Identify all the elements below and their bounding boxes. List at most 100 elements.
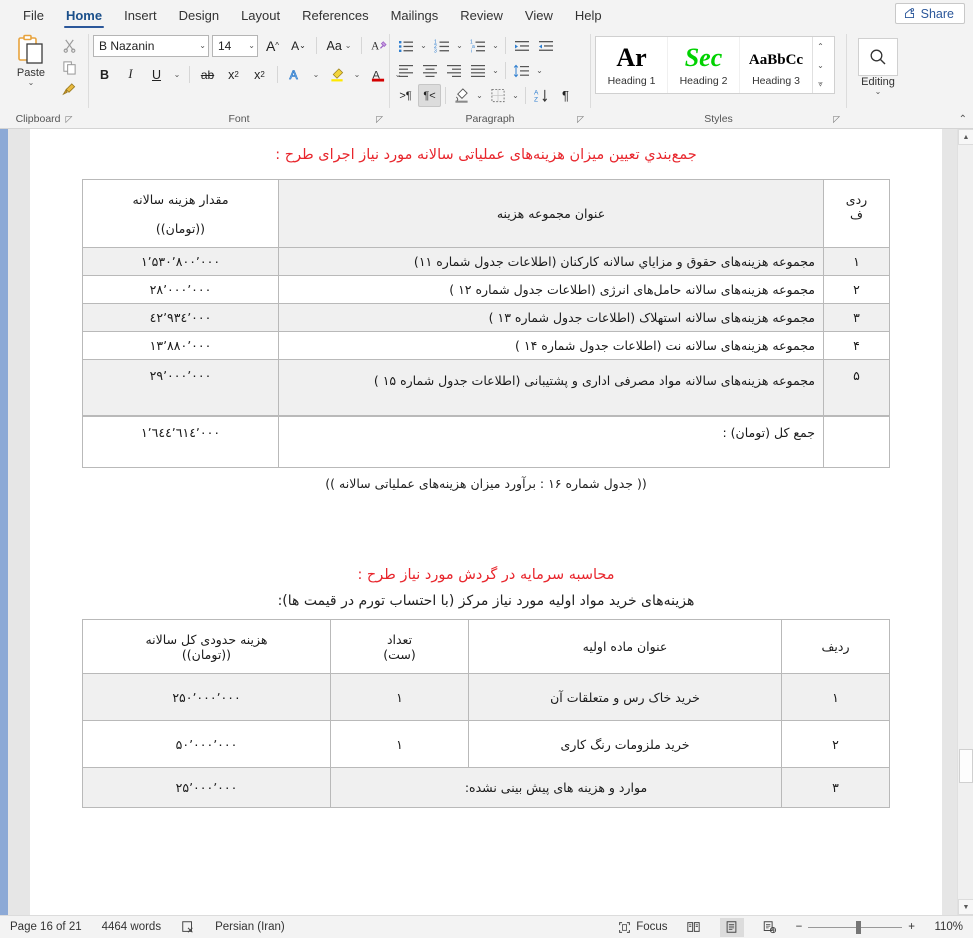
align-left-icon[interactable] — [394, 59, 417, 82]
shading-icon[interactable] — [450, 84, 473, 107]
text-effects-dropdown-icon[interactable]: ⌄ — [310, 63, 322, 86]
chevron-down-icon[interactable]: ⌄ — [875, 88, 882, 96]
paragraph-dialog-launcher-icon[interactable]: ◸ — [577, 114, 584, 125]
more-styles-icon[interactable]: ⩔ — [813, 74, 828, 93]
chevron-down-icon[interactable]: ⌄ — [248, 42, 255, 50]
subscript-button[interactable]: x2 — [222, 63, 245, 86]
tab-insert[interactable]: Insert — [113, 5, 168, 28]
highlight-dropdown-icon[interactable]: ⌄ — [351, 63, 363, 86]
chevron-down-icon[interactable]: ⌄ — [813, 56, 828, 75]
decrease-indent-icon[interactable] — [534, 34, 557, 57]
align-center-icon[interactable] — [418, 59, 441, 82]
page-indicator[interactable]: Page 16 of 21 — [10, 921, 82, 933]
tab-mailings[interactable]: Mailings — [380, 5, 450, 28]
tab-home[interactable]: Home — [55, 5, 113, 28]
multilevel-dropdown-icon[interactable]: ⌄ — [490, 34, 501, 57]
clipboard-dialog-launcher-icon[interactable]: ◸ — [66, 114, 73, 125]
strikethrough-button[interactable]: ab — [196, 63, 219, 86]
multilevel-list-icon[interactable]: 1ai — [466, 34, 489, 57]
zoom-thumb[interactable] — [856, 920, 862, 934]
font-dialog-launcher-icon[interactable]: ◸ — [376, 114, 383, 125]
language-indicator[interactable]: Persian (Iran) — [215, 921, 285, 933]
chevron-down-icon[interactable]: ⌄ — [199, 42, 206, 50]
paste-icon — [16, 34, 46, 66]
tab-file[interactable]: File — [12, 5, 55, 28]
font-size-combobox[interactable]: 14 ⌄ — [212, 34, 258, 57]
tab-view[interactable]: View — [514, 5, 564, 28]
web-layout-icon[interactable] — [758, 918, 782, 937]
grow-font-icon[interactable]: A ^ — [261, 34, 284, 57]
copy-icon[interactable] — [58, 57, 80, 78]
document-page[interactable]: جمع‌بندي تعیین میزان هزینه‌های عملیاتی س… — [30, 129, 942, 915]
divider — [505, 37, 506, 54]
row-value: ۱٬۵۳۰٬۸۰۰٬۰۰۰ — [82, 247, 279, 276]
zoom-in-button[interactable]: + — [908, 921, 915, 933]
superscript-button[interactable]: x2 — [248, 63, 271, 86]
share-button[interactable]: Share — [894, 3, 965, 24]
bullets-dropdown-icon[interactable]: ⌄ — [418, 34, 429, 57]
clear-formatting-icon[interactable]: A — [368, 34, 391, 57]
italic-button[interactable]: I — [119, 63, 142, 86]
numbering-dropdown-icon[interactable]: ⌄ — [454, 34, 465, 57]
editing-button[interactable] — [858, 38, 898, 76]
zoom-track[interactable] — [808, 920, 903, 934]
read-mode-icon[interactable] — [682, 918, 706, 937]
styles-dialog-launcher-icon[interactable]: ◸ — [833, 114, 840, 125]
styles-gallery[interactable]: Ar Heading 1 Sec Heading 2 AaBbCc Headin… — [595, 36, 835, 94]
font-name-combobox[interactable]: B Nazanin ⌄ — [93, 34, 209, 57]
line-spacing-dropdown-icon[interactable]: ⌄ — [534, 59, 545, 82]
style-preview: Ar — [616, 43, 647, 72]
highlight-color-icon[interactable] — [325, 63, 348, 86]
focus-mode-button[interactable]: Focus — [618, 921, 668, 934]
shrink-font-icon[interactable]: A ⌄ — [287, 34, 310, 57]
proofing-errors-icon[interactable] — [181, 920, 195, 934]
paste-dropdown-icon[interactable]: ⌄ — [28, 79, 35, 87]
left-to-right-icon[interactable]: >¶ — [394, 84, 417, 107]
tab-design[interactable]: Design — [168, 5, 230, 28]
tab-layout[interactable]: Layout — [230, 5, 291, 28]
underline-button[interactable]: U — [145, 63, 168, 86]
justify-icon[interactable] — [466, 59, 489, 82]
justify-dropdown-icon[interactable]: ⌄ — [490, 59, 501, 82]
borders-dropdown-icon[interactable]: ⌄ — [510, 84, 521, 107]
format-painter-icon[interactable] — [58, 79, 80, 100]
style-heading-1[interactable]: Ar Heading 1 — [596, 37, 668, 93]
style-name: Heading 2 — [679, 75, 728, 87]
line-spacing-icon[interactable] — [510, 59, 533, 82]
shading-dropdown-icon[interactable]: ⌄ — [474, 84, 485, 107]
right-to-left-icon[interactable]: ¶< — [418, 84, 441, 107]
collapse-ribbon-button[interactable]: ⌃ — [959, 114, 967, 125]
pilcrow-icon[interactable]: ¶ — [554, 84, 577, 107]
scroll-thumb[interactable] — [959, 749, 973, 783]
tab-review[interactable]: Review — [449, 5, 514, 28]
style-heading-3[interactable]: AaBbCc Heading 3 — [740, 37, 812, 93]
zoom-level[interactable]: 110% — [929, 921, 963, 933]
style-heading-2[interactable]: Sec Heading 2 — [668, 37, 740, 93]
sort-az-icon[interactable]: AZ — [530, 84, 553, 107]
print-layout-icon[interactable] — [719, 917, 744, 937]
scroll-down-icon[interactable]: ▼ — [958, 899, 973, 915]
zoom-out-button[interactable]: − — [796, 921, 803, 933]
borders-icon[interactable] — [486, 84, 509, 107]
font-color-icon[interactable]: A — [366, 63, 389, 86]
row-title: مجموعه هزینه‌های سالانه حامل‌های انرژی (… — [278, 275, 824, 304]
text-effects-icon[interactable]: A — [284, 63, 307, 86]
numbering-icon[interactable]: 123 — [430, 34, 453, 57]
underline-dropdown-icon[interactable]: ⌄ — [171, 63, 183, 86]
vertical-scrollbar[interactable]: ▲ ▼ — [957, 129, 973, 915]
paste-button[interactable]: Paste ⌄ — [4, 32, 58, 87]
bold-button[interactable]: B — [93, 63, 116, 86]
tab-references[interactable]: References — [291, 5, 379, 28]
tab-help[interactable]: Help — [564, 5, 613, 28]
word-count[interactable]: 4464 words — [102, 921, 161, 933]
cut-icon[interactable] — [58, 35, 80, 56]
styles-gallery-scroll[interactable]: ⌃ ⌄ ⩔ — [812, 37, 828, 93]
change-case-button[interactable]: Aa ⌄ — [323, 34, 355, 57]
row-index: ۲ — [823, 275, 890, 304]
increase-indent-icon[interactable] — [510, 34, 533, 57]
scroll-up-icon[interactable]: ▲ — [958, 129, 973, 145]
align-right-icon[interactable] — [442, 59, 465, 82]
zoom-slider[interactable]: − + — [796, 920, 915, 934]
bullets-icon[interactable] — [394, 34, 417, 57]
chevron-up-icon[interactable]: ⌃ — [813, 37, 828, 56]
